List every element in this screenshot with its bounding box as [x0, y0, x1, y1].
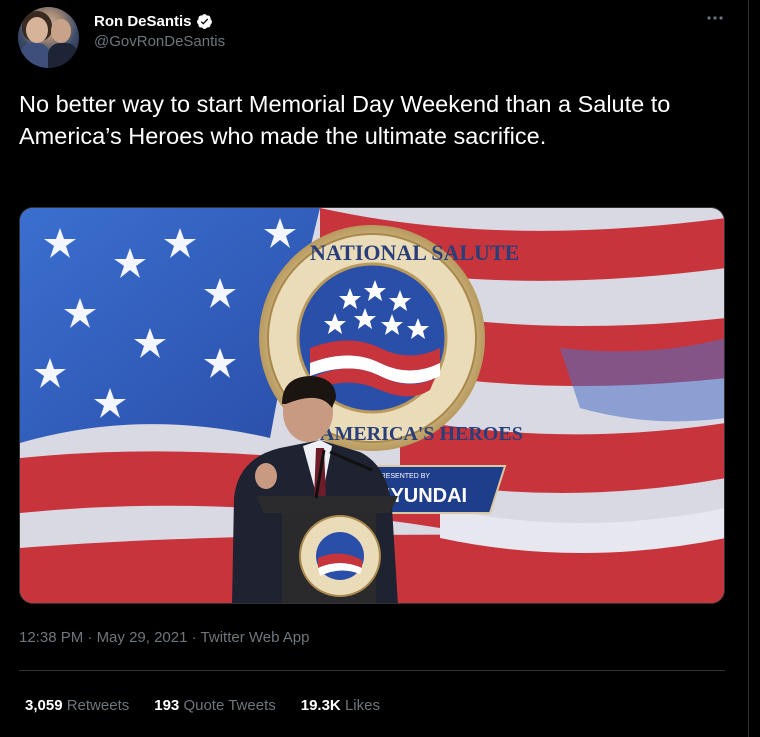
stats-divider: [19, 670, 725, 671]
seal-top-text: NATIONAL SALUTE: [310, 240, 519, 265]
meta-separator-1: ·: [87, 629, 93, 646]
tweet-header: Ron DeSantis @GovRonDeSantis: [18, 7, 225, 68]
likes-count: 19.3K: [300, 697, 341, 714]
seal-bottom-text: AMERICA'S HEROES: [320, 423, 523, 445]
likes-stat[interactable]: 19.3K Likes: [301, 697, 380, 714]
likes-label: Likes: [344, 697, 380, 714]
author-handle[interactable]: @GovRonDeSantis: [94, 33, 225, 50]
tweet-source[interactable]: Twitter Web App: [201, 629, 310, 646]
tweet-date[interactable]: May 29, 2021: [97, 629, 188, 646]
author-names: Ron DeSantis @GovRonDeSantis: [94, 13, 225, 50]
verified-badge-icon: [196, 14, 212, 29]
tweet-meta: 12:38 PM · May 29, 2021 · Twitter Web Ap…: [19, 629, 310, 646]
retweets-stat[interactable]: 3,059 Retweets: [25, 697, 129, 714]
column-border: [748, 0, 749, 737]
tweet-time[interactable]: 12:38 PM: [19, 629, 83, 646]
quote-tweets-count: 193: [154, 697, 180, 714]
retweets-label: Retweets: [66, 697, 130, 714]
retweets-count: 3,059: [25, 697, 63, 714]
more-dots: [707, 16, 723, 20]
tweet-text: No better way to start Memorial Day Week…: [19, 91, 671, 149]
author-display-name[interactable]: Ron DeSantis: [94, 13, 192, 30]
more-horizontal-icon[interactable]: [706, 12, 724, 22]
meta-separator-2: ·: [191, 629, 197, 646]
photo-illustration: NATIONAL SALUTE AMERICA'S HEROES PRESENT…: [20, 208, 724, 603]
tweet-photo[interactable]: NATIONAL SALUTE AMERICA'S HEROES PRESENT…: [19, 207, 725, 604]
avatar[interactable]: [18, 7, 79, 68]
tweet-stats: 3,059 Retweets 193 Quote Tweets 19.3K Li…: [25, 697, 405, 714]
quote-tweets-label: Quote Tweets: [183, 697, 276, 714]
quote-tweets-stat[interactable]: 193 Quote Tweets: [154, 697, 275, 714]
